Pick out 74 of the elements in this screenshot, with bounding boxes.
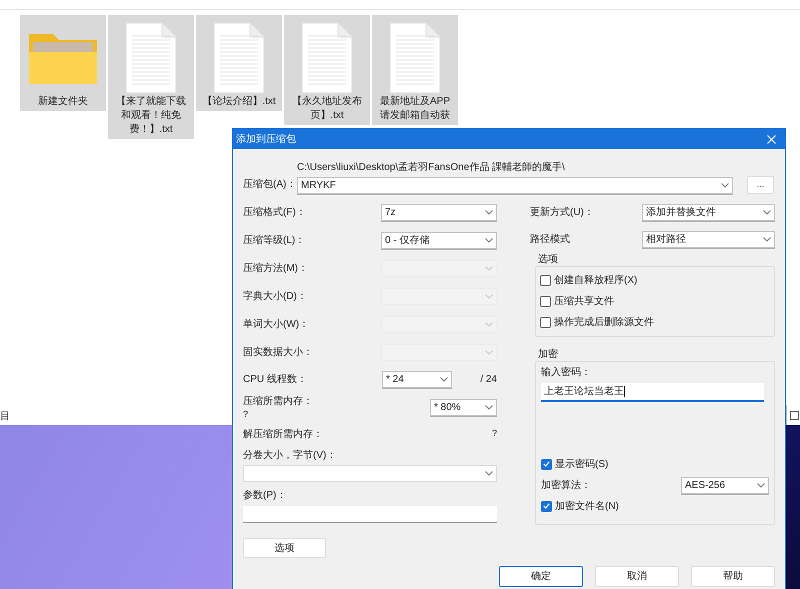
password-field[interactable]: 上老王论坛当老王 [541, 383, 764, 402]
decompress-memory-value: ? [492, 427, 497, 440]
field-label: 压缩包(A)： [243, 179, 296, 190]
checkbox[interactable] [540, 317, 551, 328]
archive-path: C:\Users\liuxi\Desktop\孟若羽FansOne作品 課輔老師的魔手\ [297, 161, 566, 174]
chevron-down-icon [485, 322, 493, 326]
field-label: 路径模式 [530, 232, 570, 246]
group-title: 选项 [538, 254, 559, 266]
chevron-down-icon [757, 482, 765, 488]
file-tile[interactable]: 【论坛介绍】.txt [196, 15, 282, 111]
field-label: 加密算法： [541, 478, 591, 492]
volume-size-field[interactable] [243, 465, 497, 482]
text-file-icon [301, 22, 353, 94]
text-file-icon [389, 22, 441, 94]
options-button[interactable]: 选项 [243, 538, 326, 558]
dialog-button[interactable]: 帮助 [691, 566, 775, 587]
checkbox[interactable] [540, 275, 551, 286]
chevron-down-icon [485, 294, 493, 298]
field-label: 压缩格式(F)： [243, 206, 306, 220]
field-label: 字典大小(D)： [243, 290, 307, 304]
checkbox[interactable] [540, 296, 551, 307]
chevron-down-icon [440, 376, 448, 382]
dropdown[interactable]: MRYKF [297, 176, 733, 194]
dropdown[interactable]: AES-256 [681, 476, 769, 494]
dropdown[interactable]: * 80% [430, 398, 497, 416]
field-label: 单词大小(W)： [243, 318, 310, 332]
field-label: 解压缩所需内存： [243, 428, 323, 442]
dropdown[interactable]: * 24 [382, 370, 452, 388]
chevron-down-icon [763, 236, 771, 242]
chevron-down-icon [485, 350, 493, 354]
dropdown[interactable]: 0 - 仅存储 [381, 232, 497, 248]
dropdown[interactable]: 添加并替换文件 [642, 204, 775, 220]
file-tile[interactable]: 新建文件夹 [20, 15, 106, 111]
memory-value: ? [243, 408, 250, 420]
dialog-button[interactable]: 确定 [499, 566, 583, 587]
dropdown[interactable]: 相对路径 [642, 230, 775, 248]
chevron-down-icon [485, 471, 493, 476]
file-tile[interactable]: 最新地址及APP请发邮箱自动获 [372, 15, 458, 125]
file-tile[interactable]: 【来了就能下载和观看！纯免费！】.txt [108, 15, 194, 139]
field-label: 压缩方法(M)： [243, 262, 308, 276]
chevron-down-icon [485, 404, 493, 410]
field-label: 更新方式(U)： [530, 206, 594, 220]
checkbox[interactable] [541, 500, 552, 512]
status-text: 目 [0, 410, 10, 424]
chevron-down-icon [485, 266, 493, 270]
browse-button[interactable]: ... [747, 176, 774, 194]
field-label: 压缩等级(L)： [243, 234, 306, 248]
checkbox-label: 加密文件名(N) [555, 500, 619, 514]
thread-max: / 24 [480, 372, 497, 386]
parameters-field[interactable] [243, 506, 497, 523]
group-title: 加密 [538, 349, 559, 361]
window-edge [786, 405, 800, 425]
checkbox-label: 创建自释放程序(X) [554, 274, 638, 288]
field-label: 固实数据大小： [243, 346, 313, 360]
field-label: 输入密码： [541, 366, 592, 380]
chevron-down-icon [721, 182, 729, 188]
checkbox-label: 显示密码(S) [555, 458, 608, 472]
checkbox-label: 压缩共享文件 [554, 294, 614, 309]
dropdown[interactable]: 7z [381, 204, 497, 220]
close-icon[interactable] [767, 134, 776, 144]
text-file-icon [213, 22, 265, 94]
chevron-down-icon [763, 210, 771, 214]
text-file-icon [125, 22, 177, 94]
chevron-down-icon [485, 210, 493, 214]
chevron-down-icon [485, 238, 493, 242]
field-label: 分卷大小，字节(V)： [243, 448, 336, 462]
checkbox[interactable] [541, 458, 552, 470]
window-title: 添加到压缩包 [236, 132, 296, 146]
field-label: 参数(P)： [243, 488, 286, 502]
field-label: 压缩所需内存： [243, 394, 313, 408]
checkbox-label: 操作完成后删除源文件 [554, 316, 654, 330]
field-label: CPU 线程数： [243, 372, 308, 386]
dialog-button[interactable]: 取消 [595, 566, 679, 587]
file-tile[interactable]: 【永久地址发布页】.txt [284, 15, 370, 125]
